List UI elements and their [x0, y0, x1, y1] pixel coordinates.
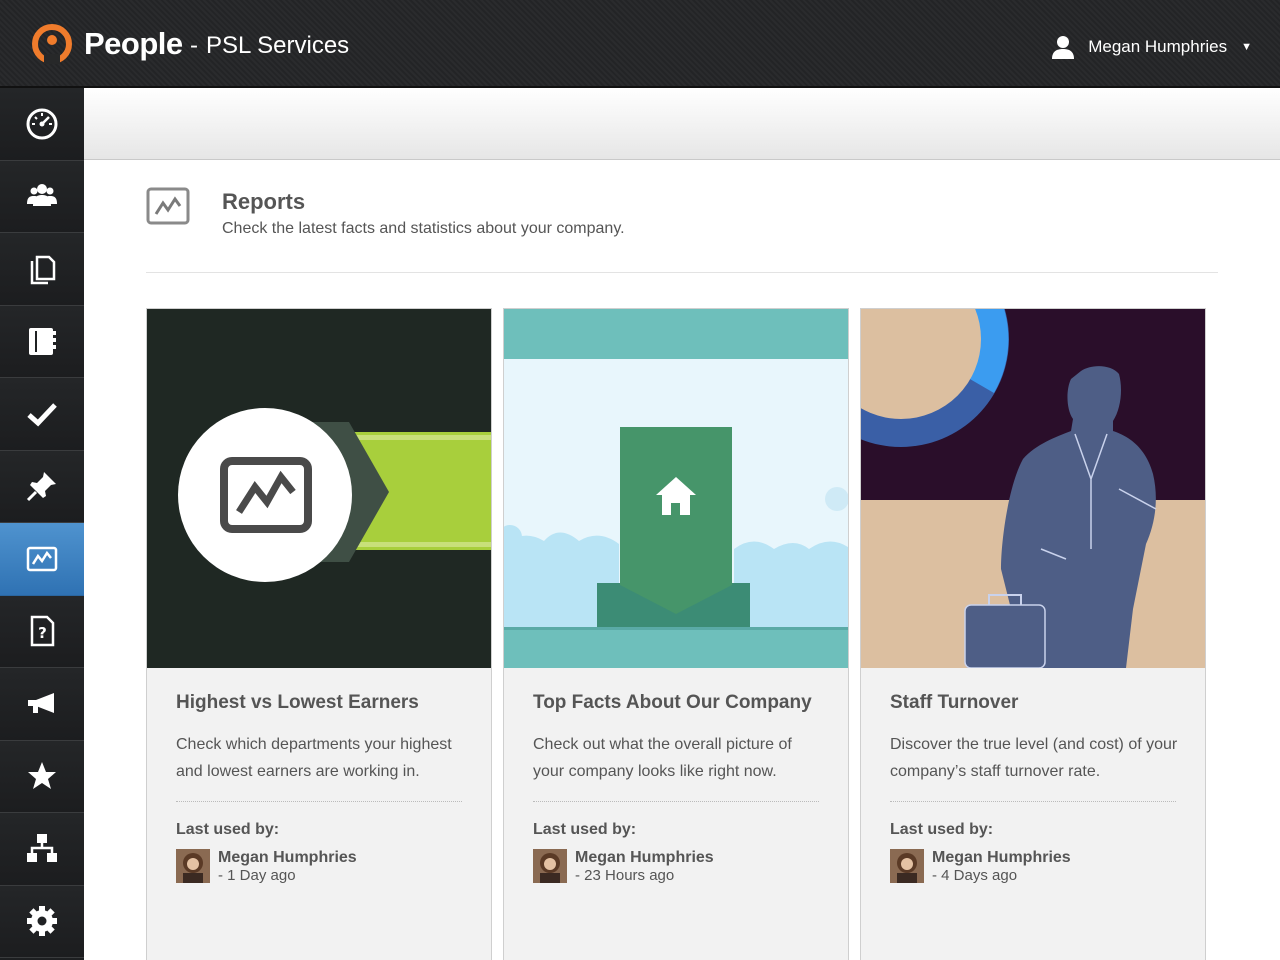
gear-icon [27, 906, 57, 937]
sidebar-item-org-chart[interactable] [0, 813, 84, 886]
avatar[interactable] [176, 849, 210, 883]
user-name[interactable]: Megan Humphries [575, 849, 714, 867]
sidebar-item-settings[interactable] [0, 885, 84, 958]
avatar[interactable] [533, 849, 567, 883]
sidebar-item-help[interactable]: ? [0, 595, 84, 668]
help-document-icon: ? [30, 616, 55, 647]
pin-icon [26, 472, 56, 502]
chevron-down-icon[interactable]: ▼ [1241, 41, 1252, 53]
card-title[interactable]: Top Facts About Our Company [533, 689, 823, 716]
last-used-user: Megan Humphries - 23 Hours ago [533, 849, 823, 884]
report-card-staff-turnover[interactable]: Staff Turnover Discover the true level (… [860, 308, 1206, 960]
book-icon [29, 328, 56, 356]
last-used-label: Last used by: [176, 821, 280, 838]
avatar[interactable] [890, 849, 924, 883]
star-icon [28, 762, 56, 790]
last-used-time: - 1 Day ago [218, 867, 296, 884]
reports-icon [26, 546, 58, 571]
card-title[interactable]: Highest vs Lowest Earners [176, 689, 466, 716]
sidebar-item-favourites[interactable] [0, 740, 84, 813]
sidebar-item-reports[interactable] [0, 523, 84, 596]
card-title[interactable]: Staff Turnover [890, 689, 1180, 716]
card-description: Discover the true level (and cost) of yo… [890, 736, 1178, 780]
card-divider [176, 801, 462, 802]
last-used-user: Megan Humphries - 4 Days ago [890, 849, 1180, 884]
sidebar-item-directory[interactable] [0, 305, 84, 378]
sidebar-item-announcements[interactable] [0, 668, 84, 741]
sidebar-item-people[interactable] [0, 160, 84, 233]
user-menu-name[interactable]: Megan Humphries [1088, 37, 1227, 57]
sub-header-bar [84, 88, 1280, 160]
top-bar: People - PSL Services Megan Humphries ▼ [0, 0, 1280, 88]
sidebar-item-dashboard[interactable] [0, 88, 84, 161]
last-used-time: - 4 Days ago [932, 867, 1018, 884]
organization-name: PSL Services [206, 32, 350, 59]
top-facts-illustration [504, 309, 848, 668]
people-logo-icon[interactable] [32, 24, 72, 64]
user-name[interactable]: Megan Humphries [932, 849, 1071, 867]
card-divider [890, 801, 1176, 802]
sidebar-item-pins[interactable] [0, 450, 84, 523]
last-used-label: Last used by: [890, 821, 994, 838]
brand-name[interactable]: People [84, 26, 183, 62]
card-description: Check out what the overall picture of yo… [533, 736, 792, 780]
sidebar-item-tasks[interactable] [0, 378, 84, 451]
last-used-label: Last used by: [533, 821, 637, 838]
report-card-image[interactable] [861, 309, 1205, 668]
header-divider [146, 272, 1218, 273]
report-card-earners[interactable]: Highest vs Lowest Earners Check which de… [146, 308, 492, 960]
dashboard-icon [26, 108, 58, 140]
report-card-top-facts[interactable]: Top Facts About Our Company Check out wh… [503, 308, 849, 960]
sidebar: ? [0, 88, 84, 960]
user-name[interactable]: Megan Humphries [218, 849, 357, 867]
reports-icon [146, 187, 190, 225]
megaphone-icon [28, 692, 54, 713]
card-description: Check which departments your highest and… [176, 736, 452, 780]
checkmark-icon [27, 403, 57, 427]
documents-icon [30, 255, 56, 284]
brand-separator: - [190, 32, 198, 59]
last-used-user: Megan Humphries - 1 Day ago [176, 849, 466, 884]
page-description: Check the latest facts and statistics ab… [222, 220, 625, 237]
user-icon [1052, 36, 1075, 59]
report-card-image[interactable] [504, 309, 848, 668]
staff-turnover-illustration [861, 309, 1205, 668]
org-chart-icon [27, 833, 57, 862]
page-title: Reports [222, 189, 306, 214]
card-divider [533, 801, 819, 802]
earners-illustration [147, 309, 491, 668]
svg-text:?: ? [38, 624, 47, 642]
last-used-time: - 23 Hours ago [575, 867, 675, 884]
sidebar-item-documents[interactable] [0, 233, 84, 306]
user-menu[interactable]: Megan Humphries ▼ [1050, 33, 1252, 61]
people-icon [27, 184, 57, 207]
report-card-image[interactable] [147, 309, 491, 668]
